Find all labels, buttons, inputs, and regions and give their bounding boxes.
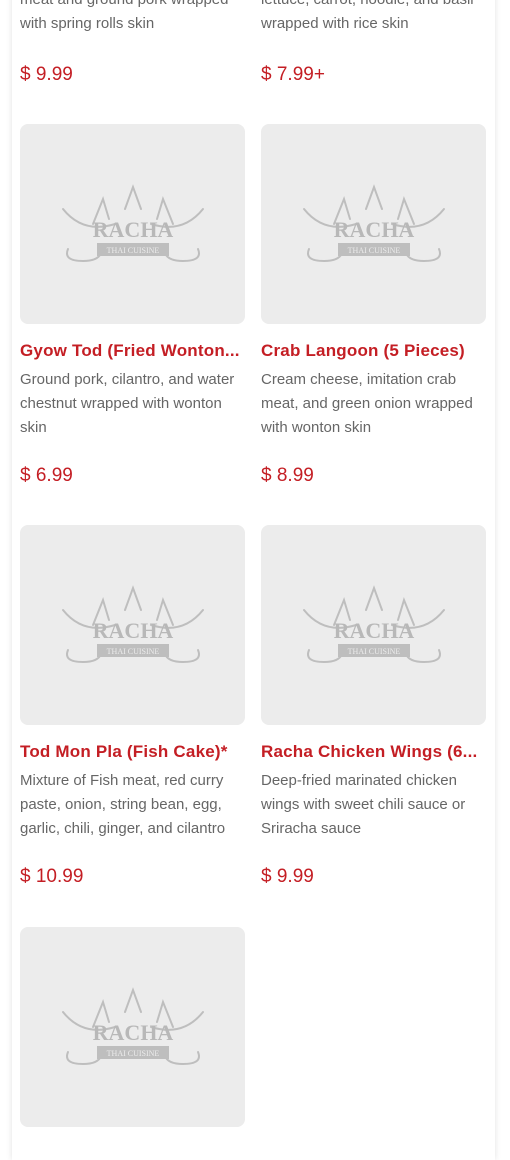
item-image-placeholder: RACHA THAI CUISINE	[261, 525, 486, 725]
item-name: Racha Chicken Wings (6...	[261, 742, 478, 761]
item-price: $ 8.99	[261, 465, 314, 486]
item-price: $ 7.99+	[261, 64, 325, 85]
svg-text:THAI CUISINE: THAI CUISINE	[347, 647, 400, 656]
item-description: Cream cheese, imitation crab meat, and g…	[261, 371, 473, 436]
racha-logo-icon: RACHA THAI CUISINE	[302, 184, 445, 263]
item-name: Gyow Tod (Fried Wonton...	[20, 341, 240, 360]
svg-text:RACHA: RACHA	[333, 618, 414, 643]
item-price: $ 10.99	[20, 866, 84, 887]
svg-text:THAI CUISINE: THAI CUISINE	[106, 1049, 159, 1058]
racha-logo-icon: RACHA THAI CUISINE	[61, 184, 204, 263]
item-description: Ground pork, cilantro, and water chestnu…	[20, 371, 235, 436]
item-description: Mixture of Fish meat, red curry paste, o…	[20, 772, 226, 837]
item-image-placeholder: RACHA THAI CUISINE	[20, 124, 245, 324]
racha-logo-icon: RACHA THAI CUISINE	[61, 987, 204, 1066]
menu-item-partial-1[interactable]: meat and ground pork wrapped with spring…	[20, 0, 246, 36]
svg-text:THAI CUISINE: THAI CUISINE	[106, 246, 159, 255]
menu-item-gyow-tod[interactable]: RACHA THAI CUISINE Gyow Tod (Fried Wonton…	[20, 124, 246, 440]
svg-text:RACHA: RACHA	[333, 217, 414, 242]
item-price: $ 9.99	[20, 64, 73, 85]
menu-item-crab-langoon[interactable]: RACHA THAI CUISINE Crab Langoon (5 Pieces…	[261, 124, 487, 440]
svg-text:THAI CUISINE: THAI CUISINE	[106, 647, 159, 656]
item-image-placeholder: RACHA THAI CUISINE	[20, 927, 245, 1127]
item-name: Tod Mon Pla (Fish Cake)*	[20, 742, 228, 761]
menu-item-partial-bottom[interactable]: RACHA THAI CUISINE	[20, 927, 246, 1127]
svg-text:RACHA: RACHA	[92, 1020, 173, 1045]
item-image-placeholder: RACHA THAI CUISINE	[261, 124, 486, 324]
menu-item-tod-mon-pla[interactable]: RACHA THAI CUISINE Tod Mon Pla (Fish Cake…	[20, 525, 246, 841]
item-image-placeholder: RACHA THAI CUISINE	[20, 525, 245, 725]
racha-logo-icon: RACHA THAI CUISINE	[302, 585, 445, 664]
item-price: $ 6.99	[20, 465, 73, 486]
svg-text:THAI CUISINE: THAI CUISINE	[347, 246, 400, 255]
item-name: Crab Langoon (5 Pieces)	[261, 341, 465, 360]
svg-text:RACHA: RACHA	[92, 618, 173, 643]
item-description: lettuce, carrot, noodle, and basil wrapp…	[261, 0, 474, 32]
item-description: meat and ground pork wrapped with spring…	[20, 0, 228, 32]
menu-item-partial-2[interactable]: lettuce, carrot, noodle, and basil wrapp…	[261, 0, 487, 36]
item-price: $ 9.99	[261, 866, 314, 887]
svg-text:RACHA: RACHA	[92, 217, 173, 242]
racha-logo-icon: RACHA THAI CUISINE	[61, 585, 204, 664]
menu-item-racha-chicken-wings[interactable]: RACHA THAI CUISINE Racha Chicken Wings (6…	[261, 525, 487, 841]
item-description: Deep-fried marinated chicken wings with …	[261, 772, 466, 837]
